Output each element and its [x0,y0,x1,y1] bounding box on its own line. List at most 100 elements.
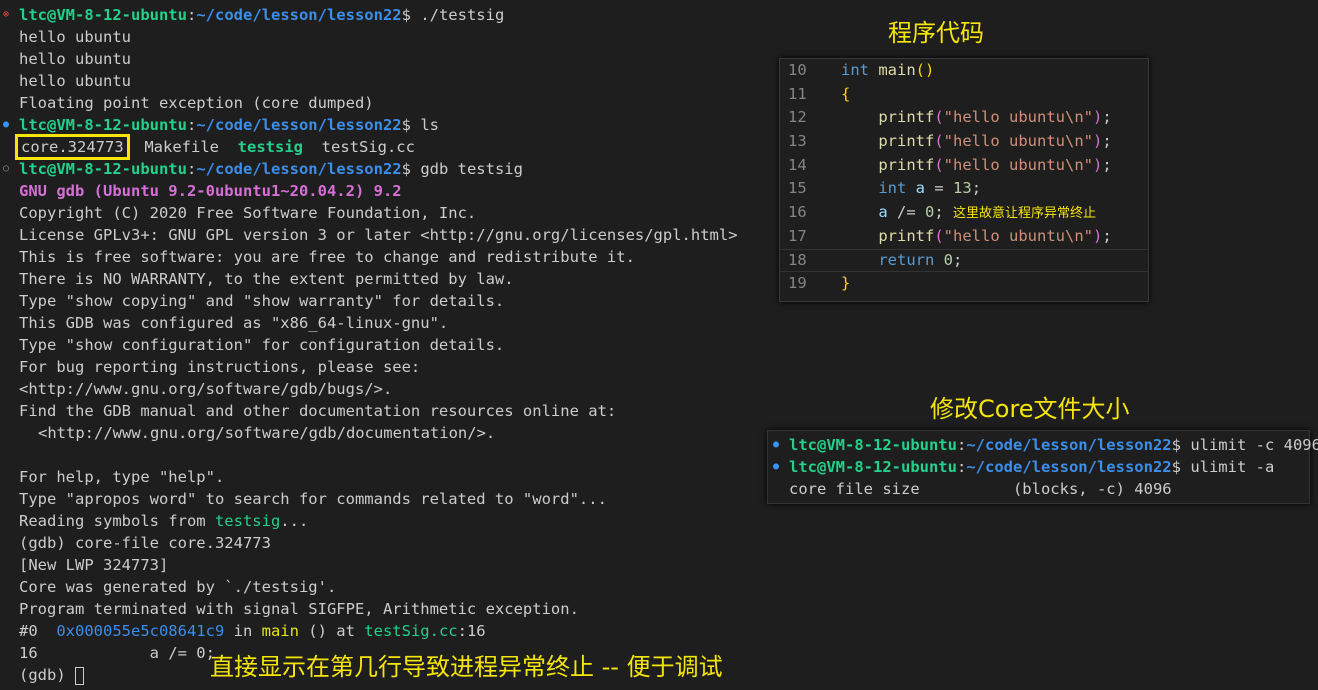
success-dot-icon: ● [3,119,10,130]
operator: /= [887,203,925,222]
command-text: ./testsig [410,6,505,24]
output-line: Floating point exception (core dumped) [19,94,374,112]
paren: ) [1092,226,1103,245]
prompt-user: ltc@VM-8-12-ubuntu [19,116,187,134]
command-text: gdb testsig [410,160,523,178]
prompt-path: ~/code/lesson/lesson22 [966,458,1172,476]
core-size-title: 修改Core文件大小 [930,395,1130,423]
gdb-banner-line: Type "show copying" and "show warranty" … [19,292,505,310]
operator: = [925,179,954,198]
brace: { [841,84,851,103]
line-number: 11 [788,84,807,103]
prompt-path: ~/code/lesson/lesson22 [966,436,1172,454]
number-literal: 13 [953,179,972,198]
prompt-user: ltc@VM-8-12-ubuntu [19,6,187,24]
function-name: printf [878,132,935,151]
function-name: main [878,61,916,79]
number-literal: 0 [943,250,954,269]
paren: ) [1092,132,1103,151]
code-title: 程序代码 [888,19,984,47]
prompt-user: ltc@VM-8-12-ubuntu [19,160,187,178]
variable: a [878,203,888,222]
bottom-note: 直接显示在第几行导致进程异常终止 -- 便于调试 [210,653,723,681]
gdb-banner-line: This GDB was configured as "x86_64-linux… [19,314,449,332]
paren: ( [934,226,944,245]
semicolon: ; [971,179,982,198]
frame-args: () at [298,622,365,640]
gdb-banner-line: Find the GDB manual and other documentat… [19,402,617,420]
keyword: int [878,179,907,198]
success-dot-icon: ● [773,439,780,450]
reading-suffix: ... [280,512,309,530]
code-line: 14 printf("hello ubuntu\n"); [780,154,1148,178]
success-dot-icon: ● [773,461,780,472]
paren: ( [934,108,944,127]
line-number: 16 [788,203,807,222]
gdb-banner-line: Copyright (C) 2020 Free Software Foundat… [19,204,477,222]
running-dot-icon: ○ [3,163,10,174]
prompt-path: ~/code/lesson/lesson22 [196,6,402,24]
paren: ) [1092,155,1103,174]
terminal-cursor [75,666,84,685]
string-literal: "hello ubuntu\n" [943,155,1093,174]
gdb-banner-line: For bug reporting instructions, please s… [19,358,421,376]
reading-prefix: Reading symbols from [19,512,215,530]
prompt-line: ⊗ ltc@VM-8-12-ubuntu:~/code/lesson/lesson… [3,6,505,24]
code-line: 15 int a = 13; [780,177,1148,201]
function-name: printf [878,226,935,245]
function-name: printf [878,108,935,127]
prompt-user: ltc@VM-8-12-ubuntu [789,436,957,454]
command-text: ls [410,116,439,134]
gdb-help-line: For help, type "help". [19,468,225,486]
gdb-help-line: Type "apropos word" to search for comman… [19,490,607,508]
semicolon: ; [1102,108,1112,127]
command-text: ulimit -c 4096 [1180,436,1318,454]
gdb-core-file-command: (gdb) core-file core.324773 [19,534,271,552]
gdb-version: GNU gdb (Ubuntu 9.2-0ubuntu1~20.04.2) 9.… [19,182,402,200]
gdb-banner-line: <http://www.gnu.org/software/gdb/bugs/>. [19,380,393,398]
line-number: 17 [788,226,807,245]
ls-item-executable: testsig [237,138,303,156]
frame-function: main [261,622,299,640]
ulimit-output: core file size (blocks, -c) 4096 [789,480,1172,498]
line-number: 15 [788,179,807,198]
frame-line: :16 [457,622,486,640]
string-literal: "hello ubuntu\n" [943,226,1093,245]
gdb-prompt: (gdb) [19,666,75,684]
number-literal: 0 [925,203,935,222]
gdb-signal-line: Program terminated with signal SIGFPE, A… [19,600,579,618]
code-panel: 10 int main() 11{ 12 printf("hello ubuntu… [779,58,1149,302]
code-line: 11 { [780,83,1148,107]
function-name: printf [878,155,935,174]
code-line: 12 printf("hello ubuntu\n"); [780,106,1148,130]
command-text: ulimit -a [1180,458,1275,476]
code-line: 13 printf("hello ubuntu\n"); [780,130,1148,154]
gdb-output-line: [New LWP 324773] [19,556,169,574]
prompt-path: ~/code/lesson/lesson22 [196,160,402,178]
prompt-line: ○ ltc@VM-8-12-ubuntu:~/code/lesson/lesson… [3,160,523,178]
brace: } [841,274,851,293]
prompt-line: ● ltc@VM-8-12-ubuntu:~/code/lesson/lesson… [773,458,1275,476]
output-line: hello ubuntu [19,72,131,90]
paren: ( [934,155,944,174]
paren: ) [925,61,935,79]
frame-in: in [224,622,262,640]
output-line: hello ubuntu [19,28,131,46]
code-line-current: 18 return 0; [780,248,1148,273]
line-number: 14 [788,155,807,174]
semicolon: ; [1102,132,1112,151]
reading-symbols-line: Reading symbols from testsig... [0,510,770,532]
string-literal: "hello ubuntu\n" [943,108,1093,127]
prompt-user: ltc@VM-8-12-ubuntu [789,458,957,476]
line-number: 19 [788,274,807,293]
error-dot-icon: ⊗ [3,9,10,20]
keyword: return [878,250,935,269]
ls-output: core.324773 Makefile testsig testSig.cc [0,134,770,160]
prompt-line: ● ltc@VM-8-12-ubuntu:~/code/lesson/lesson… [3,116,439,134]
paren: ( [915,61,926,79]
reading-file: testsig [214,512,281,530]
prompt-path: ~/code/lesson/lesson22 [196,116,402,134]
terminal-output[interactable]: ⊗ ltc@VM-8-12-ubuntu:~/code/lesson/lesson… [0,4,770,686]
ls-item: Makefile [144,138,219,156]
